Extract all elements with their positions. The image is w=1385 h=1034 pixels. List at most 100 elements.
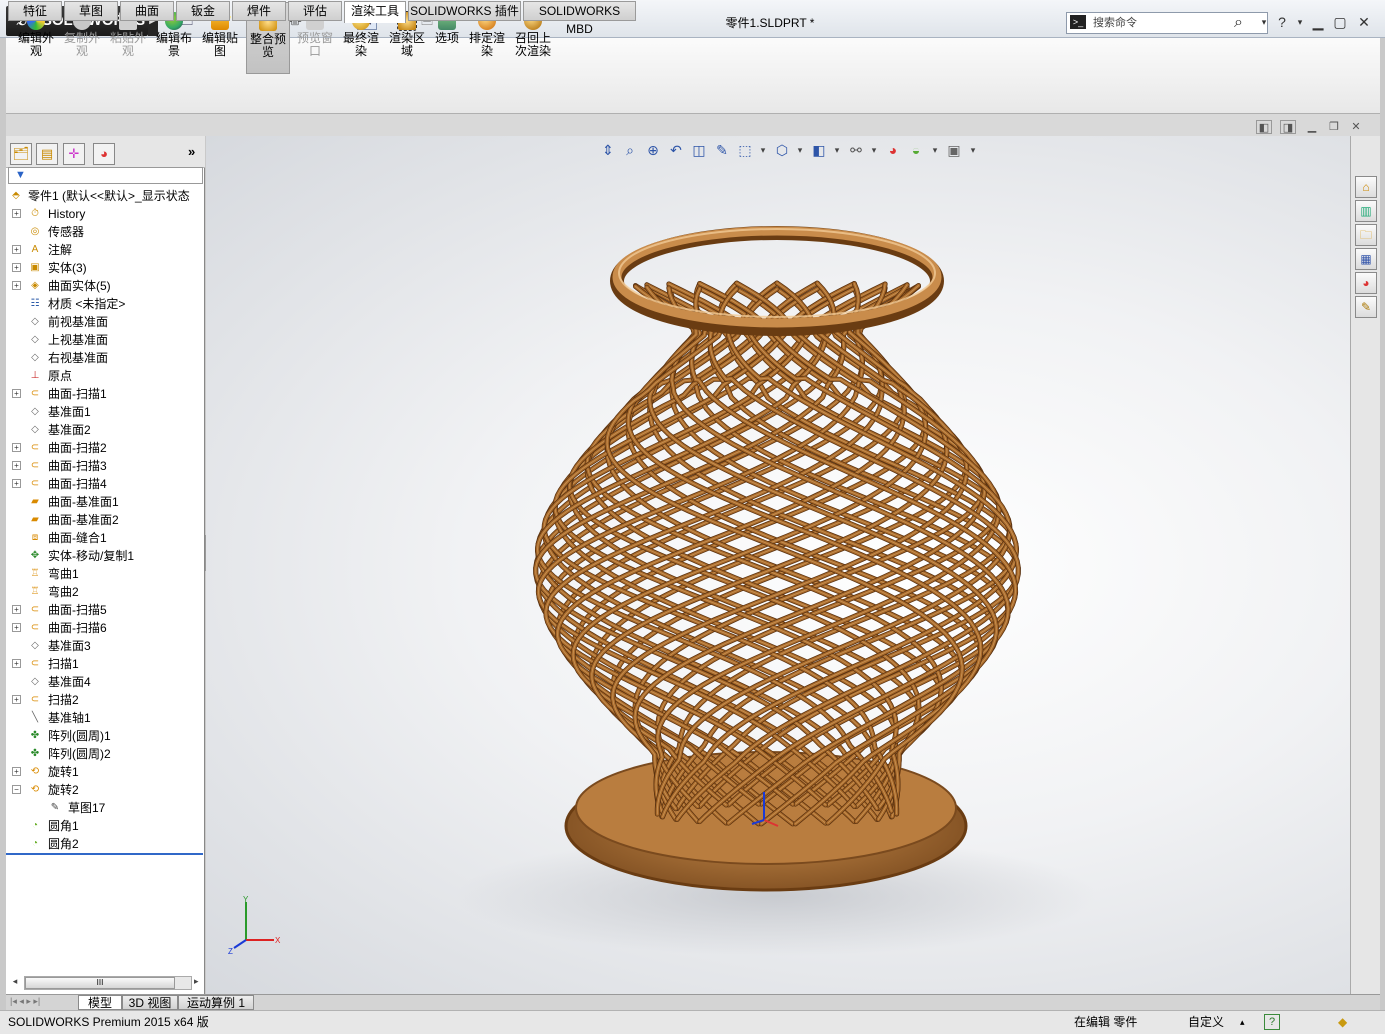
display-style-icon[interactable]: ⬡	[772, 140, 792, 160]
expand-icon[interactable]: +	[12, 245, 21, 254]
tree-item[interactable]: ⊥ 原点	[6, 367, 205, 385]
tree-root[interactable]: ⬘ 零件1 (默认<<默认>_显示状态	[6, 187, 205, 205]
design-library-icon[interactable]: ▥	[1355, 200, 1377, 222]
view-next-icon[interactable]: ◨	[1280, 120, 1296, 134]
chevron-down-icon[interactable]: ▾	[753, 140, 773, 160]
units-arrow-icon[interactable]: ▴	[1240, 1011, 1245, 1033]
help-status-icon[interactable]: ?	[1264, 1014, 1280, 1030]
tree-item[interactable]: + ⊂ 曲面-扫描6	[6, 619, 205, 637]
scroll-right-arrow-icon[interactable]: ▸	[194, 976, 204, 990]
appearances-scenes-icon[interactable]: ◕	[1355, 272, 1377, 294]
view-settings-icon[interactable]: ▣	[944, 140, 964, 160]
minimize-icon[interactable]: ▁	[1304, 120, 1320, 134]
horizontal-scrollbar[interactable]: III	[24, 976, 192, 990]
tree-item[interactable]: ✤ 阵列(圆周)2	[6, 745, 205, 763]
expand-panel-icon[interactable]: »	[188, 144, 195, 159]
expand-icon[interactable]: +	[12, 443, 21, 452]
tab-weldments[interactable]: 焊件	[232, 1, 286, 21]
status-units[interactable]: 自定义	[1188, 1011, 1224, 1033]
hide-show-items-icon[interactable]: ◧	[809, 140, 829, 160]
tree-item[interactable]: + ⟲ 旋转1	[6, 763, 205, 781]
expand-icon[interactable]: +	[12, 209, 21, 218]
previous-view-icon[interactable]: ↶	[666, 140, 686, 160]
close-icon[interactable]: ✕	[1348, 120, 1364, 134]
tree-item[interactable]: + ⊂ 曲面-扫描4	[6, 475, 205, 493]
tree-item[interactable]: ✤ 阵列(圆周)1	[6, 727, 205, 745]
expand-icon[interactable]: +	[12, 767, 21, 776]
tab-features[interactable]: 特征	[8, 1, 62, 21]
chevron-down-icon[interactable]: ▾	[790, 140, 810, 160]
tree-rollback-separator[interactable]	[6, 853, 203, 855]
tab-3d-views[interactable]: 3D 视图	[122, 995, 178, 1010]
tree-item[interactable]: ◔ 圆角2	[6, 835, 205, 853]
maximize-icon[interactable]: ▢	[1330, 12, 1350, 32]
tab-evaluate[interactable]: 评估	[288, 1, 342, 21]
feature-manager-tab-icon[interactable]: 🗂	[10, 143, 32, 165]
custom-properties-icon[interactable]: ✎	[1355, 296, 1377, 318]
expand-icon[interactable]: +	[12, 659, 21, 668]
view-orientation-icon[interactable]: ⬚	[735, 140, 755, 160]
view-orientation-axis-icon[interactable]: ⇕	[598, 140, 618, 160]
chevron-down-icon[interactable]: ▾	[827, 140, 847, 160]
restore-icon[interactable]: ❐	[1326, 120, 1342, 134]
tree-item[interactable]: ◔ 圆角1	[6, 817, 205, 835]
tree-item[interactable]: ╲ 基准轴1	[6, 709, 205, 727]
scroll-left-arrow-icon[interactable]: ◂	[8, 976, 22, 990]
expand-icon[interactable]: +	[12, 605, 21, 614]
graphics-area[interactable]: Y X Z	[206, 136, 1350, 994]
search-icon[interactable]: ⌕	[1234, 12, 1252, 34]
file-explorer-icon[interactable]: 🗀	[1355, 224, 1377, 246]
tree-item[interactable]: ◇ 右视基准面	[6, 349, 205, 367]
tree-item[interactable]: ◇ 基准面1	[6, 403, 205, 421]
expand-icon[interactable]: +	[12, 695, 21, 704]
tree-item[interactable]: ☷ 材质 <未指定>	[6, 295, 205, 313]
view-prev-icon[interactable]: ◧	[1256, 120, 1272, 134]
tab-scroll-arrows-icon[interactable]: |◂ ◂ ▸ ▸|	[10, 996, 40, 1007]
expand-icon[interactable]: +	[12, 623, 21, 632]
minimize-icon[interactable]: ▁	[1308, 12, 1328, 32]
dynamic-annotation-icon[interactable]: ✎	[712, 140, 732, 160]
tree-item[interactable]: + ▣ 实体(3)	[6, 259, 205, 277]
tab-solidworks-addins[interactable]: SOLIDWORKS 插件	[408, 1, 521, 21]
tree-item[interactable]: ⧈ 曲面-缝合1	[6, 529, 205, 547]
tree-filter-input[interactable]: ▼	[8, 167, 203, 184]
tree-item[interactable]: ✥ 实体-移动/复制1	[6, 547, 205, 565]
tree-item[interactable]: ◎ 传感器	[6, 223, 205, 241]
expand-icon[interactable]: +	[12, 479, 21, 488]
tree-item[interactable]: ♖ 弯曲1	[6, 565, 205, 583]
tree-item[interactable]: + A 注解	[6, 241, 205, 259]
glasses-icon[interactable]: ⚯	[846, 140, 866, 160]
tree-item[interactable]: + ⊂ 曲面-扫描1	[6, 385, 205, 403]
tree-item[interactable]: + ⊂ 曲面-扫描3	[6, 457, 205, 475]
tree-item[interactable]: − ⟲ 旋转2	[6, 781, 205, 799]
tree-item[interactable]: + ◈ 曲面实体(5)	[6, 277, 205, 295]
zoom-to-fit-icon[interactable]: ⌕	[620, 140, 640, 160]
tree-item[interactable]: ◇ 前视基准面	[6, 313, 205, 331]
property-manager-tab-icon[interactable]: ▤	[36, 143, 58, 165]
tree-item[interactable]: + ⊂ 曲面-扫描2	[6, 439, 205, 457]
chevron-down-icon[interactable]: ▾	[1254, 12, 1274, 32]
scroll-thumb[interactable]: III	[25, 977, 175, 989]
collapse-icon[interactable]: −	[12, 785, 21, 794]
tree-item[interactable]: ◇ 基准面4	[6, 673, 205, 691]
zoom-to-area-icon[interactable]: ⊕	[643, 140, 663, 160]
tree-item[interactable]: ◇ 基准面3	[6, 637, 205, 655]
tab-surfaces[interactable]: 曲面	[120, 1, 174, 21]
tree-item[interactable]: ♖ 弯曲2	[6, 583, 205, 601]
tab-solidworks-mbd[interactable]: SOLIDWORKS MBD	[523, 1, 636, 36]
configuration-manager-tab-icon[interactable]: ✛	[63, 143, 85, 165]
tree-item[interactable]: ◇ 基准面2	[6, 421, 205, 439]
chevron-down-icon[interactable]: ▾	[925, 140, 945, 160]
help-icon[interactable]: ?	[1272, 12, 1292, 32]
chevron-down-icon[interactable]: ▾	[864, 140, 884, 160]
tree-item[interactable]: + ⏱ History	[6, 205, 205, 223]
view-palette-icon[interactable]: ▦	[1355, 248, 1377, 270]
tree-item[interactable]: + ⊂ 扫描1	[6, 655, 205, 673]
tree-item[interactable]: + ⊂ 扫描2	[6, 691, 205, 709]
chevron-down-icon[interactable]: ▾	[1290, 12, 1310, 32]
tab-model[interactable]: 模型	[78, 995, 122, 1010]
apply-scene-icon[interactable]: ◒	[906, 140, 926, 160]
expand-icon[interactable]: +	[12, 461, 21, 470]
tree-item[interactable]: + ⊂ 曲面-扫描5	[6, 601, 205, 619]
tree-item[interactable]: ▰ 曲面-基准面1	[6, 493, 205, 511]
